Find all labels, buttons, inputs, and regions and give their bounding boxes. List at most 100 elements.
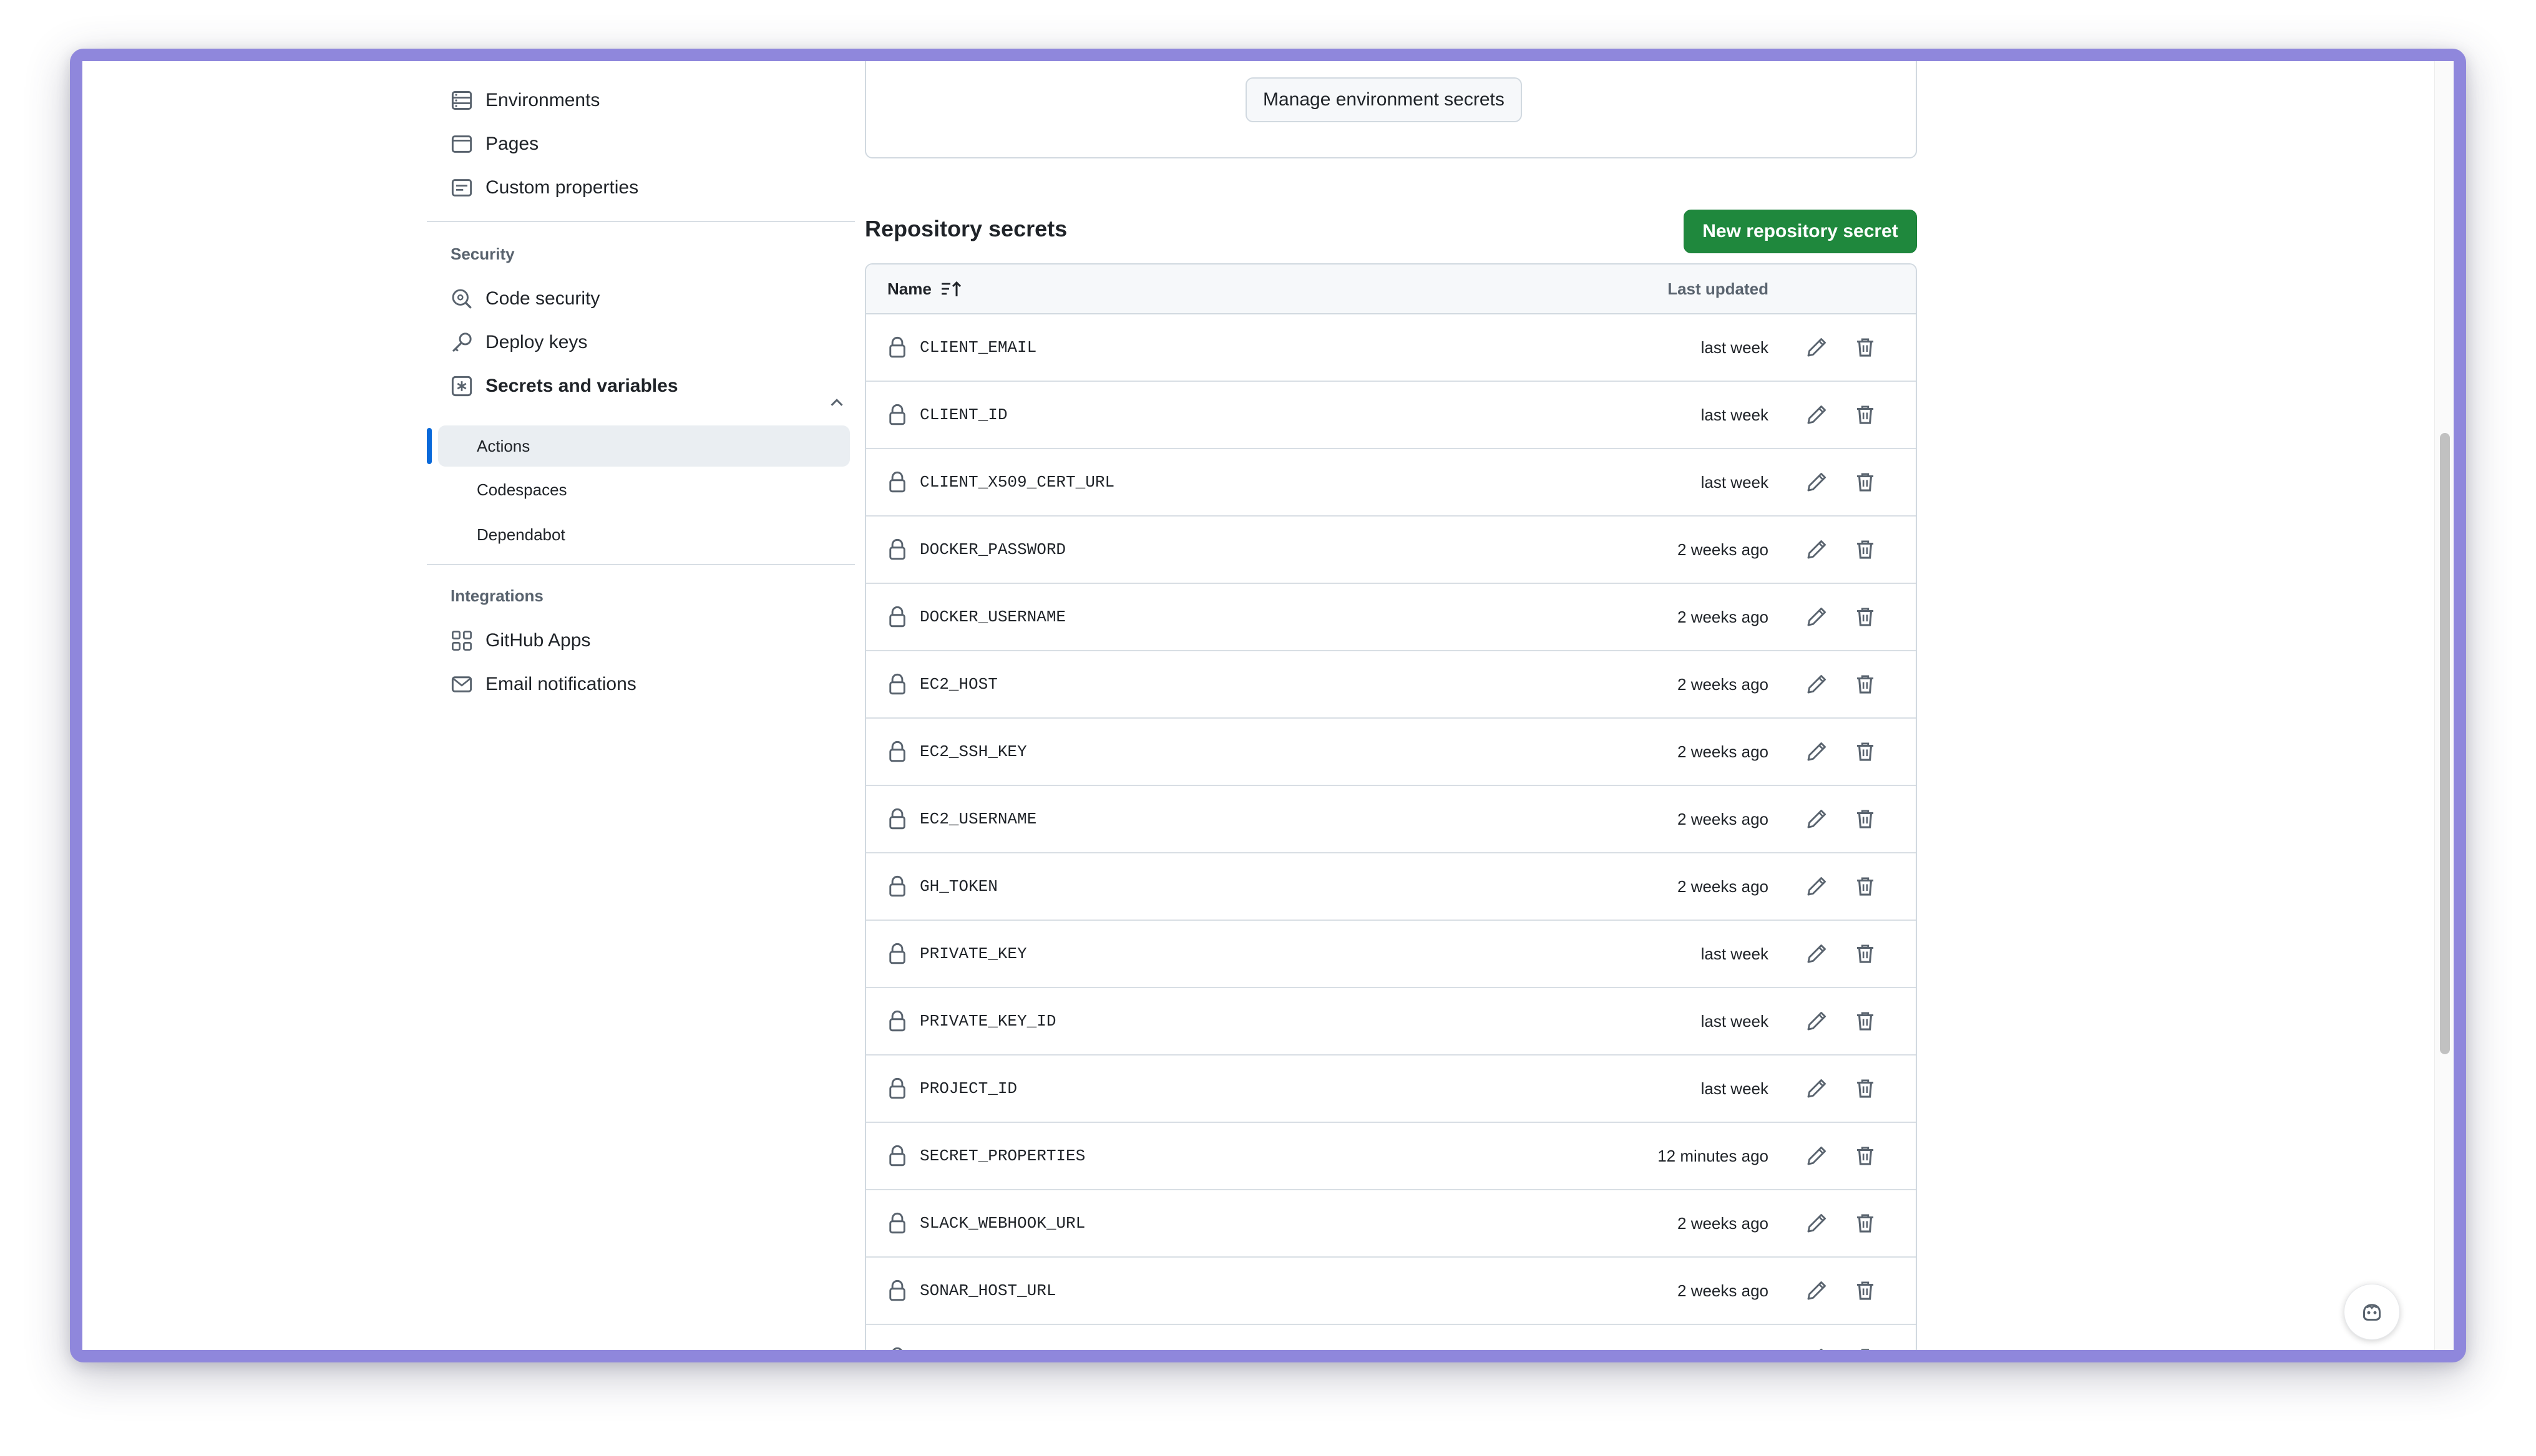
pencil-icon[interactable] [1805,672,1828,696]
trash-icon[interactable] [1853,740,1877,764]
section-heading-integrations: Integrations [451,586,544,605]
table-row: DOCKER_PASSWORD 2 weeks ago [866,517,1916,584]
pencil-icon[interactable] [1805,1144,1828,1168]
lock-icon [887,672,907,695]
settings-sidebar: Environments Pages Custom properties Sec… [427,61,864,1350]
copilot-button[interactable] [2344,1284,2400,1340]
sidebar-item-label: Pages [485,133,539,154]
trash-icon[interactable] [1853,605,1877,629]
secret-name: EC2_HOST [920,675,998,694]
table-body: CLIENT_EMAIL last week CLIENT_ID last week C… [866,314,1916,1350]
pencil-icon[interactable] [1805,1279,1828,1303]
sidebar-item-label: Environments [485,90,600,110]
sidebar-item-deploy-keys[interactable]: Deploy keys [451,327,587,358]
secret-name: CLIENT_X509_CERT_URL [920,473,1115,492]
sidebar-divider [427,564,855,565]
secret-last-updated: 2 weeks ago [1677,540,1768,559]
secret-name: SLACK_WEBHOOK_URL [920,1214,1086,1233]
trash-icon[interactable] [1853,1346,1877,1350]
pencil-icon[interactable] [1805,538,1828,561]
secret-name: CLIENT_ID [920,405,1008,424]
lock-icon [887,1279,907,1301]
sidebar-item-github-apps[interactable]: GitHub Apps [451,625,590,656]
trash-icon[interactable] [1853,538,1877,561]
lock-icon [887,807,907,830]
trash-icon[interactable] [1853,1009,1877,1033]
pencil-icon[interactable] [1805,1346,1828,1350]
table-row: SONAR_TOKEN 2 weeks ago [866,1325,1916,1350]
pencil-icon[interactable] [1805,942,1828,966]
pencil-icon[interactable] [1805,875,1828,898]
secret-name: GH_TOKEN [920,877,998,896]
sidebar-item-secrets-and-variables[interactable]: Secrets and variables [451,371,678,402]
trash-icon[interactable] [1853,1144,1877,1168]
table-row: GH_TOKEN 2 weeks ago [866,853,1916,921]
new-repository-secret-button[interactable]: New repository secret [1684,210,1917,253]
section-heading-security: Security [451,245,515,263]
trash-icon[interactable] [1853,403,1877,427]
scrollbar-thumb[interactable] [2440,433,2450,1054]
trash-icon[interactable] [1853,1211,1877,1235]
lock-icon [887,538,907,560]
sort-ascending-icon[interactable] [940,278,965,299]
secret-last-updated: last week [1700,944,1768,963]
sidebar-item-code-security[interactable]: Code security [451,283,600,314]
table-row: CLIENT_X509_CERT_URL last week [866,449,1916,517]
sidebar-subitem-actions[interactable]: Actions [477,430,530,462]
secret-name: EC2_SSH_KEY [920,742,1027,761]
pencil-icon[interactable] [1805,1009,1828,1033]
table-row: CLIENT_ID last week [866,382,1916,449]
table-row: PROJECT_ID last week [866,1056,1916,1123]
sidebar-active-indicator [427,428,432,464]
apps-icon [451,629,473,652]
pencil-icon[interactable] [1805,470,1828,494]
sidebar-subitem-dependabot[interactable]: Dependabot [477,519,565,550]
pencil-icon[interactable] [1805,807,1828,831]
manage-environment-secrets-button[interactable]: Manage environment secrets [1246,77,1522,122]
sidebar-item-email-notifications[interactable]: Email notifications [451,669,636,700]
server-icon [451,89,473,112]
trash-icon[interactable] [1853,807,1877,831]
lock-icon [887,605,907,628]
secret-last-updated: 2 weeks ago [1677,1349,1768,1350]
sidebar-item-pages[interactable]: Pages [451,129,539,160]
secret-last-updated: 2 weeks ago [1677,608,1768,626]
table-header: Name Last updated [866,265,1916,314]
secret-name: SONAR_HOST_URL [920,1281,1056,1300]
table-row: CLIENT_EMAIL last week [866,314,1916,382]
scrollbar-track[interactable] [2434,61,2454,1350]
lock-icon [887,875,907,897]
pencil-icon[interactable] [1805,605,1828,629]
secret-last-updated: 2 weeks ago [1677,1281,1768,1300]
trash-icon[interactable] [1853,470,1877,494]
trash-icon[interactable] [1853,942,1877,966]
secret-last-updated: last week [1700,338,1768,357]
pencil-icon[interactable] [1805,740,1828,764]
environment-secrets-box: Manage environment secrets [865,61,1917,158]
browser-icon [451,133,473,155]
trash-icon[interactable] [1853,875,1877,898]
trash-icon[interactable] [1853,1279,1877,1303]
pencil-icon[interactable] [1805,1211,1828,1235]
trash-icon[interactable] [1853,1077,1877,1100]
lock-icon [887,336,907,358]
secret-last-updated: 2 weeks ago [1677,742,1768,761]
trash-icon[interactable] [1853,672,1877,696]
pencil-icon[interactable] [1805,403,1828,427]
sidebar-subitem-codespaces[interactable]: Codespaces [477,474,567,505]
sidebar-item-label: Email notifications [485,674,636,694]
secret-name: EC2_USERNAME [920,810,1037,828]
table-row: EC2_SSH_KEY 2 weeks ago [866,719,1916,786]
trash-icon[interactable] [1853,336,1877,359]
secret-last-updated: last week [1700,1012,1768,1031]
sidebar-item-environments[interactable]: Environments [451,85,600,116]
pencil-icon[interactable] [1805,336,1828,359]
sidebar-item-custom-properties[interactable]: Custom properties [451,172,638,203]
chevron-up-icon[interactable] [827,393,846,412]
secret-last-updated: 2 weeks ago [1677,877,1768,896]
key-icon [451,331,473,354]
name-column-header[interactable]: Name [887,278,965,299]
secret-name: DOCKER_PASSWORD [920,540,1066,559]
secret-last-updated: last week [1700,405,1768,424]
pencil-icon[interactable] [1805,1077,1828,1100]
